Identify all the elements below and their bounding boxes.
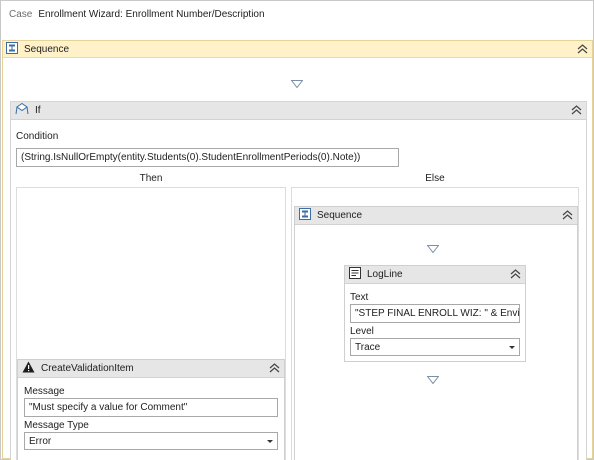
message-type-label: Message Type — [24, 420, 89, 431]
level-select[interactable]: Trace — [350, 338, 520, 356]
text-input[interactable]: "STEP FINAL ENROLL WIZ: " & Envir — [350, 304, 520, 323]
if-title: If — [35, 105, 41, 116]
drop-target-arrow-icon[interactable] — [426, 245, 440, 254]
then-branch[interactable]: CreateValidationItem Message "Must speci… — [16, 187, 286, 460]
log-icon — [349, 267, 361, 282]
then-label: Then — [139, 173, 163, 184]
if-icon — [15, 102, 29, 118]
collapse-icon[interactable] — [562, 209, 573, 221]
drop-target-arrow-icon[interactable] — [290, 80, 304, 89]
collapse-icon[interactable] — [577, 43, 588, 55]
condition-input[interactable]: (String.IsNullOrEmpty(entity.Students(0)… — [16, 148, 399, 167]
outer-sequence-header[interactable]: Sequence — [3, 41, 592, 58]
else-sequence-title: Sequence — [317, 210, 363, 221]
sequence-icon — [6, 41, 18, 57]
breadcrumb: Case Enrollment Wizard: Enrollment Numbe… — [9, 7, 265, 21]
collapse-icon[interactable] — [571, 104, 582, 116]
logline-title: LogLine — [367, 269, 403, 280]
outer-sequence-title: Sequence — [24, 43, 70, 55]
collapse-icon[interactable] — [510, 268, 521, 280]
create-validation-item-activity[interactable]: CreateValidationItem Message "Must speci… — [17, 359, 285, 460]
create-validation-item-header[interactable]: CreateValidationItem — [18, 360, 284, 378]
message-input[interactable]: "Must specify a value for Comment" — [24, 398, 278, 417]
logline-activity[interactable]: LogLine Text "STEP FINAL ENROLL WIZ: " &… — [344, 265, 526, 362]
else-sequence-header[interactable]: Sequence — [295, 207, 577, 225]
sequence-icon — [299, 208, 311, 223]
message-type-value: Error — [29, 436, 52, 447]
message-label: Message — [24, 386, 65, 397]
else-branch[interactable]: Sequence LogLine Text "STEP FINAL ENROLL… — [291, 187, 579, 460]
workflow-designer-canvas: Case Enrollment Wizard: Enrollment Numbe… — [0, 0, 594, 460]
level-value: Trace — [355, 342, 381, 353]
warning-icon — [22, 361, 35, 376]
message-type-select[interactable]: Error — [24, 432, 278, 450]
if-activity[interactable]: If Condition (String.IsNullOrEmpty(entit… — [10, 101, 587, 460]
condition-label: Condition — [16, 131, 59, 142]
create-validation-item-title: CreateValidationItem — [41, 363, 134, 374]
else-label: Else — [425, 173, 445, 184]
dropdown-arrow-icon[interactable] — [509, 346, 515, 349]
logline-header[interactable]: LogLine — [345, 266, 525, 284]
breadcrumb-root[interactable]: Case — [9, 9, 32, 20]
if-header[interactable]: If — [11, 102, 586, 120]
level-label: Level — [350, 326, 374, 337]
collapse-icon[interactable] — [269, 362, 280, 374]
text-label: Text — [350, 292, 369, 303]
breadcrumb-current[interactable]: Enrollment Wizard: Enrollment Number/Des… — [38, 9, 264, 20]
dropdown-arrow-icon[interactable] — [267, 440, 273, 443]
drop-target-arrow-icon[interactable] — [426, 376, 440, 385]
